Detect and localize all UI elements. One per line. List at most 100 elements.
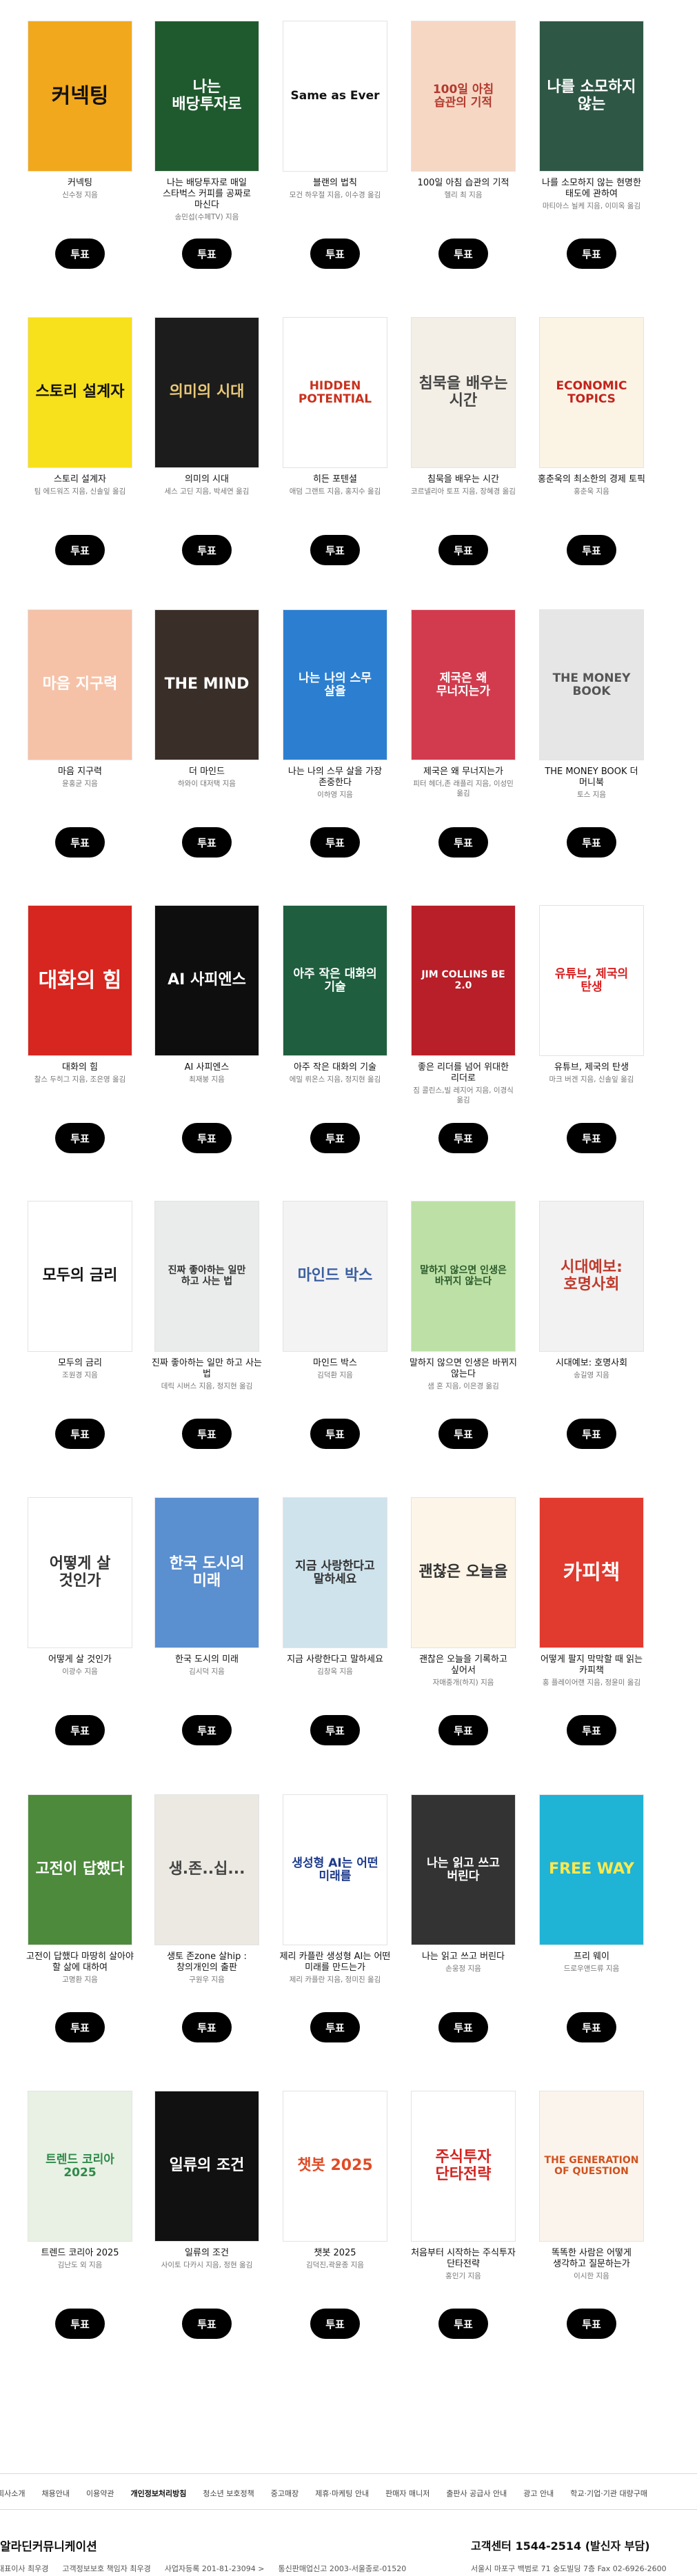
book-card[interactable]: 의미의 시대 의미의 시대 세스 고딘 지음, 박세연 옮김 투표 xyxy=(154,317,265,607)
book-cover[interactable]: 대화의 힘 xyxy=(28,905,132,1056)
vote-button[interactable]: 투표 xyxy=(567,1419,616,1449)
book-title[interactable]: 나를 소모하지 않는 현명한 태도에 관하여 xyxy=(535,178,648,200)
book-card[interactable]: 주식투자 단타전략 처음부터 시작하는 주식투자 단타전략 홍인기 지음 투표 xyxy=(411,2091,521,2380)
footer-link[interactable]: 학교·기업·기관 대량구매 xyxy=(570,2488,647,2499)
footer-link[interactable]: 판매자 매니저 xyxy=(385,2488,430,2499)
book-card[interactable]: 고전이 답했다 고전이 답했다 마땅히 살아야 할 삶에 대하여 고명환 지음 투표 xyxy=(26,1794,138,2084)
book-title[interactable]: 제국은 왜 무너지는가 xyxy=(407,767,520,778)
book-cover[interactable]: THE GENERATION OF QUESTION xyxy=(539,2091,644,2242)
book-title[interactable]: 처음부터 시작하는 주식투자 단타전략 xyxy=(407,2248,520,2270)
book-cover[interactable]: 마음 지구력 xyxy=(28,609,132,760)
book-card[interactable]: 나를 소모하지 않는 나를 소모하지 않는 현명한 태도에 관하여 마티아스 뇔케 … xyxy=(539,21,649,310)
book-cover[interactable]: 나는 읽고 쓰고 버린다 xyxy=(411,1794,516,1945)
book-card[interactable]: 나는 나의 스무 살을 나는 나의 스무 살을 가장 존중한다 이하영 지음 투표 xyxy=(283,609,393,899)
book-card[interactable]: 침묵을 배우는 시간 침묵을 배우는 시간 코르넬리아 토프 지음, 장혜경 옮김 투… xyxy=(411,317,521,607)
book-title[interactable]: 100일 아침 습관의 기적 xyxy=(407,178,520,189)
book-cover[interactable]: 어떻게 살 것인가 xyxy=(28,1497,132,1648)
book-card[interactable]: 마음 지구력 마음 지구력 윤홍균 지음 투표 xyxy=(28,609,138,899)
footer-link[interactable]: 이용약관 xyxy=(86,2488,114,2499)
book-cover[interactable]: 시대예보: 호명사회 xyxy=(539,1201,644,1352)
footer-link[interactable]: 광고 안내 xyxy=(523,2488,554,2499)
book-card[interactable]: AI 사피엔스 AI 사피엔스 최재붕 지음 투표 xyxy=(154,905,265,1195)
vote-button[interactable]: 투표 xyxy=(182,2309,232,2339)
book-title[interactable]: 히든 포텐셜 xyxy=(279,474,392,485)
book-title[interactable]: 한국 도시의 미래 xyxy=(150,1654,263,1665)
book-cover[interactable]: 주식투자 단타전략 xyxy=(411,2091,516,2242)
book-card[interactable]: 커넥팅 커넥팅 신수정 지음 투표 xyxy=(28,21,138,310)
book-cover[interactable]: 의미의 시대 xyxy=(154,317,259,468)
book-title[interactable]: 생토 존zone 살hip : 창의개인의 출판 xyxy=(150,1951,263,1974)
book-cover[interactable]: 나는 나의 스무 살을 xyxy=(283,609,387,760)
book-title[interactable]: 더 마인드 xyxy=(150,767,263,778)
book-card[interactable]: 유튜브, 제국의 탄생 유튜브, 제국의 탄생 마크 버겐 지음, 신솔잎 옮김 투표 xyxy=(539,905,649,1195)
book-title[interactable]: 나는 나의 스무 살을 가장 존중한다 xyxy=(279,767,392,789)
book-card[interactable]: 100일 아침 습관의 기적 100일 아침 습관의 기적 헬리 최 지음 투표 xyxy=(411,21,521,310)
vote-button[interactable]: 투표 xyxy=(182,239,232,269)
vote-button[interactable]: 투표 xyxy=(567,239,616,269)
book-cover[interactable]: 생.존..십... xyxy=(154,1794,259,1945)
book-title[interactable]: 마음 지구력 xyxy=(23,767,137,778)
footer-link[interactable]: 중고매장 xyxy=(271,2488,299,2499)
vote-button[interactable]: 투표 xyxy=(438,535,488,565)
book-title[interactable]: 제리 카플란 생성형 AI는 어떤 미래를 만드는가 xyxy=(279,1951,392,1974)
book-title[interactable]: 대화의 힘 xyxy=(23,1062,137,1073)
vote-button[interactable]: 투표 xyxy=(310,1123,360,1153)
vote-button[interactable]: 투표 xyxy=(182,827,232,858)
book-card[interactable]: THE MONEY BOOK THE MONEY BOOK 더 머니북 토스 지음 투… xyxy=(539,609,649,899)
footer-link[interactable]: 제휴·마케팅 안내 xyxy=(315,2488,369,2499)
book-title[interactable]: 좋은 리더를 넘어 위대한 리더로 xyxy=(407,1062,520,1084)
vote-button[interactable]: 투표 xyxy=(438,827,488,858)
book-title[interactable]: 홍춘욱의 최소한의 경제 토픽 xyxy=(535,474,648,485)
book-cover[interactable]: 카피책 xyxy=(539,1497,644,1648)
book-cover[interactable]: THE MONEY BOOK xyxy=(539,609,644,760)
book-cover[interactable]: HIDDEN POTENTIAL xyxy=(283,317,387,468)
vote-button[interactable]: 투표 xyxy=(310,1419,360,1449)
book-cover[interactable]: JIM COLLINS BE 2.0 xyxy=(411,905,516,1056)
book-title[interactable]: 마인드 박스 xyxy=(279,1358,392,1369)
book-title[interactable]: 아주 작은 대화의 기술 xyxy=(279,1062,392,1073)
book-card[interactable]: 생성형 AI는 어떤 미래를 제리 카플란 생성형 AI는 어떤 미래를 만드는가… xyxy=(280,1794,393,2084)
book-card[interactable]: 말하지 않으면 인생은 바뀌지 않는다 말하지 않으면 인생은 바뀌지 않는다 샘 … xyxy=(410,1201,521,1490)
book-card[interactable]: JIM COLLINS BE 2.0 좋은 리더를 넘어 위대한 리더로 짐 콜린스… xyxy=(411,905,521,1195)
footer-link[interactable]: 채용안내 xyxy=(41,2488,69,2499)
book-cover[interactable]: 나를 소모하지 않는 xyxy=(539,21,644,172)
vote-button[interactable]: 투표 xyxy=(310,2012,360,2042)
vote-button[interactable]: 투표 xyxy=(55,827,105,858)
footer-link[interactable]: 청소년 보호정책 xyxy=(203,2488,254,2499)
vote-button[interactable]: 투표 xyxy=(438,1419,488,1449)
book-cover[interactable]: 트렌드 코리아 2025 xyxy=(28,2091,132,2242)
vote-button[interactable]: 투표 xyxy=(310,827,360,858)
book-card[interactable]: 나는 읽고 쓰고 버린다 나는 읽고 쓰고 버린다 손웅정 지음 투표 xyxy=(411,1794,521,2084)
vote-button[interactable]: 투표 xyxy=(310,2309,360,2339)
vote-button[interactable]: 투표 xyxy=(55,535,105,565)
book-cover[interactable]: 지금 사랑한다고 말하세요 xyxy=(283,1497,387,1648)
book-cover[interactable]: AI 사피엔스 xyxy=(154,905,259,1056)
book-card[interactable]: FREE WAY 프리 웨이 드로우앤드류 지음 투표 xyxy=(539,1794,649,2084)
book-cover[interactable]: 고전이 답했다 xyxy=(28,1794,132,1945)
book-title[interactable]: 시대예보: 호명사회 xyxy=(535,1358,648,1369)
vote-button[interactable]: 투표 xyxy=(182,1123,232,1153)
vote-button[interactable]: 투표 xyxy=(567,1123,616,1153)
vote-button[interactable]: 투표 xyxy=(55,1419,105,1449)
book-cover[interactable]: 일류의 조건 xyxy=(154,2091,259,2242)
book-title[interactable]: 어떻게 팔지 막막할 때 읽는 카피책 xyxy=(535,1654,648,1676)
vote-button[interactable]: 투표 xyxy=(567,827,616,858)
book-card[interactable]: 괜찮은 오늘을 괜찮은 오늘을 기록하고 싶어서 자매중개(하지) 지음 투표 xyxy=(411,1497,521,1787)
vote-button[interactable]: 투표 xyxy=(55,239,105,269)
book-cover[interactable]: 유튜브, 제국의 탄생 xyxy=(539,905,644,1056)
book-title[interactable]: 모두의 금리 xyxy=(23,1358,137,1369)
book-title[interactable]: 커넥팅 xyxy=(23,178,137,189)
book-cover[interactable]: 챗봇 2025 xyxy=(283,2091,387,2242)
vote-button[interactable]: 투표 xyxy=(438,1123,488,1153)
book-title[interactable]: 침묵을 배우는 시간 xyxy=(407,474,520,485)
book-title[interactable]: 의미의 시대 xyxy=(150,474,263,485)
vote-button[interactable]: 투표 xyxy=(567,2309,616,2339)
book-cover[interactable]: 말하지 않으면 인생은 바뀌지 않는다 xyxy=(411,1201,516,1352)
book-title[interactable]: 어떻게 살 것인가 xyxy=(23,1654,137,1665)
book-cover[interactable]: 100일 아침 습관의 기적 xyxy=(411,21,516,172)
vote-button[interactable]: 투표 xyxy=(438,2309,488,2339)
book-cover[interactable]: 커넥팅 xyxy=(28,21,132,172)
book-cover[interactable]: 나는 배당투자로 xyxy=(154,21,259,172)
vote-button[interactable]: 투표 xyxy=(55,1715,105,1745)
book-cover[interactable]: 침묵을 배우는 시간 xyxy=(411,317,516,468)
